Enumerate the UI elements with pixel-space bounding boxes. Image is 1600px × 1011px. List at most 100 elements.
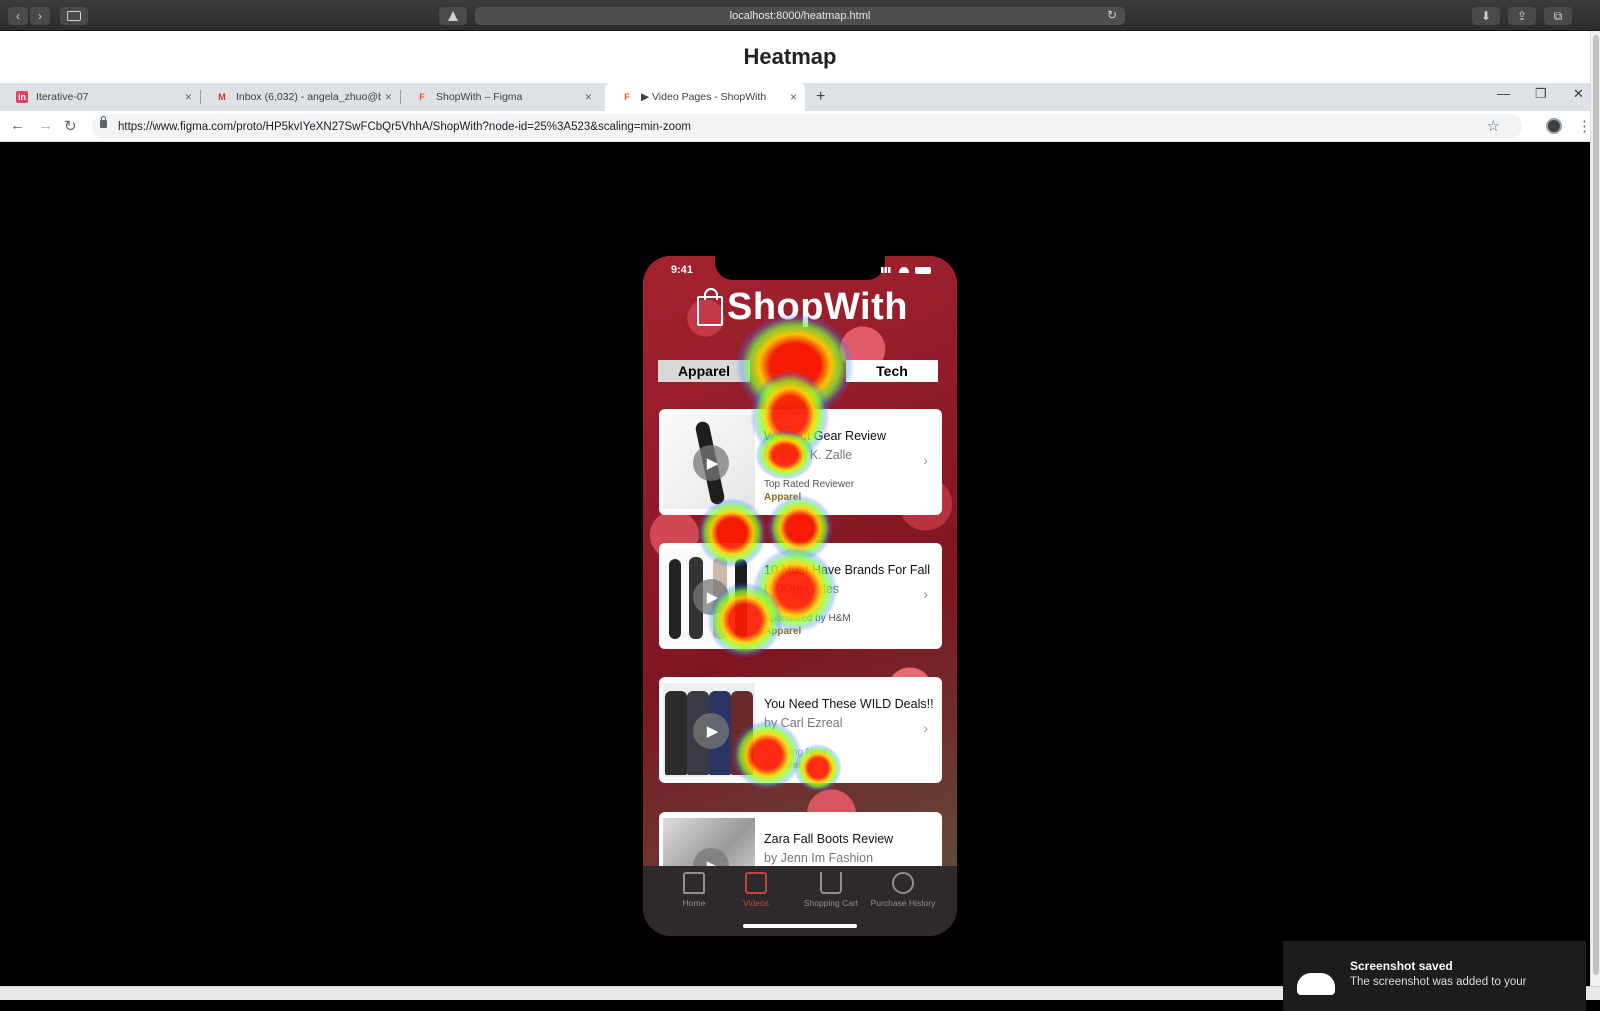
close-tab-icon[interactable]: × xyxy=(185,90,192,104)
model-figure xyxy=(735,559,747,639)
lock-icon xyxy=(100,116,107,128)
video-title: Workout Gear Review xyxy=(764,429,887,443)
close-tab-icon[interactable]: × xyxy=(585,90,592,104)
safari-back-button[interactable]: ‹ xyxy=(8,7,28,25)
shopping-bag-icon xyxy=(697,287,723,326)
phone-prototype: 9:41 ShopWith Apparel Tech ▶ Workout Gea… xyxy=(643,256,957,936)
video-category: Apparel xyxy=(764,492,802,503)
video-author: by Jenn Im Fashion xyxy=(764,851,874,865)
video-author: by Carl Ezreal xyxy=(764,716,843,730)
reload-icon[interactable]: ↻ xyxy=(64,117,77,135)
video-card[interactable]: ▶ You Need These WILD Deals!! by Carl Ez… xyxy=(659,677,942,783)
tabbar-label: Videos xyxy=(743,898,769,908)
chrome-tab-strip: in Iterative-07 × M Inbox (6,032) - ange… xyxy=(0,83,1590,111)
chrome-tab-iterative[interactable]: in Iterative-07 × xyxy=(0,83,201,111)
invision-icon: in xyxy=(16,91,28,103)
tabbar-label: Purchase History xyxy=(870,898,936,908)
battery-icon xyxy=(915,267,931,274)
video-meta: Top Rated Reviewer xyxy=(764,479,855,490)
play-icon[interactable]: ▶ xyxy=(693,445,729,481)
safari-url-text: localhost:8000/heatmap.html xyxy=(729,10,871,22)
phone-notch xyxy=(715,256,885,280)
video-title: 10 Must Have Brands For Fall xyxy=(764,563,931,577)
tab-tech[interactable]: Tech xyxy=(846,360,938,382)
play-icon[interactable]: ▶ xyxy=(693,579,729,615)
tabbar-label: Shopping Cart xyxy=(803,898,859,908)
scroll-thumb[interactable] xyxy=(1593,35,1599,975)
window-close-icon[interactable]: ✕ xyxy=(1573,86,1584,102)
close-tab-icon[interactable]: × xyxy=(790,90,797,104)
flask-button[interactable] xyxy=(439,7,467,25)
tabbar-purchase-history[interactable]: Purchase History xyxy=(868,872,938,908)
chrome-tab-inbox[interactable]: M Inbox (6,032) - angela_zhuo@bro × xyxy=(200,83,401,111)
toast-body: The screenshot was added to your xyxy=(1350,976,1527,988)
minimize-icon[interactable]: — xyxy=(1497,86,1510,101)
cart-icon xyxy=(820,872,842,894)
video-category: Apparel xyxy=(764,626,802,637)
screenshot-toast[interactable]: Screenshot saved The screenshot was adde… xyxy=(1283,941,1586,1011)
close-tab-icon[interactable]: × xyxy=(385,90,392,104)
signal-icon xyxy=(881,267,893,273)
video-author: by Fran K. Zalle xyxy=(764,448,853,462)
video-meta: Sponsored by H&M xyxy=(764,613,851,624)
back-arrow-icon[interactable]: ← xyxy=(10,117,25,134)
gmail-icon: M xyxy=(218,92,226,102)
safari-toolbar: ‹ › localhost:8000/heatmap.html ↻ ⬇ ⇪ ⧉ xyxy=(0,0,1600,31)
video-card[interactable]: ▶ Workout Gear Review by Fran K. Zalle T… xyxy=(659,409,942,515)
video-thumbnail: ▶ xyxy=(663,683,755,777)
chevron-right-icon: › xyxy=(923,720,928,736)
safari-forward-button[interactable]: › xyxy=(30,7,50,25)
tabbar-home[interactable]: Home xyxy=(659,872,729,908)
figma-icon: F xyxy=(624,92,630,102)
model-figure xyxy=(669,559,681,639)
figma-icon: F xyxy=(419,92,425,102)
safari-reload-icon[interactable]: ↻ xyxy=(1107,8,1117,22)
video-thumbnail: ▶ xyxy=(663,549,755,643)
new-tab-button[interactable]: + xyxy=(808,83,838,111)
show-tabs-button[interactable]: ⧉ xyxy=(1544,7,1572,25)
play-icon[interactable]: ▶ xyxy=(693,713,729,749)
home-indicator xyxy=(743,924,857,928)
tab-label: Iterative-07 xyxy=(36,91,89,103)
page-header: Heatmap xyxy=(0,31,1590,83)
share-button[interactable]: ⇪ xyxy=(1508,7,1536,25)
chrome-tab-video-pages[interactable]: F ▶ Video Pages - ShopWith × xyxy=(605,83,805,111)
video-meta: Trending Now xyxy=(764,747,826,758)
coat-image xyxy=(665,691,687,775)
cloud-icon xyxy=(1297,973,1335,995)
sidebar-icon xyxy=(67,11,81,21)
home-icon xyxy=(683,872,705,894)
video-card[interactable]: ▶ 10 Must Have Brands For Fall by Kami A… xyxy=(659,543,942,649)
history-icon xyxy=(892,872,914,894)
downloads-button[interactable]: ⬇ xyxy=(1472,7,1500,25)
restore-icon[interactable]: ❐ xyxy=(1535,86,1547,102)
forward-arrow-icon[interactable]: → xyxy=(38,117,53,134)
sidebar-toggle-button[interactable] xyxy=(60,7,88,25)
chrome-tab-figma[interactable]: F ShopWith – Figma × xyxy=(400,83,600,111)
video-thumbnail: ▶ xyxy=(663,415,755,509)
video-title: Zara Fall Boots Review xyxy=(764,832,894,846)
chrome-url-text: https://www.figma.com/proto/HP5kvIYeXN27… xyxy=(118,120,691,133)
video-author: by Kami Ailes xyxy=(764,582,840,596)
tabbar-shopping-cart[interactable]: Shopping Cart xyxy=(796,872,866,908)
profile-avatar[interactable] xyxy=(1546,118,1562,134)
videos-icon xyxy=(745,872,767,894)
chrome-toolbar: ← → ↻ https://www.figma.com/proto/HP5kvI… xyxy=(0,111,1592,142)
tabbar-videos[interactable]: Videos xyxy=(721,872,791,908)
chrome-address-bar[interactable]: https://www.figma.com/proto/HP5kvIYeXN27… xyxy=(92,114,1522,139)
vertical-scrollbar[interactable] xyxy=(1590,31,1600,986)
tab-apparel[interactable]: Apparel xyxy=(658,360,750,382)
coat-image xyxy=(731,691,753,775)
tab-label: ShopWith – Figma xyxy=(436,91,523,103)
shopwith-logo: ShopWith xyxy=(697,286,908,329)
wifi-icon xyxy=(899,267,909,273)
category-tabs: Apparel Tech xyxy=(658,360,938,382)
toast-title: Screenshot saved xyxy=(1350,959,1453,973)
video-title: You Need These WILD Deals!! xyxy=(764,697,934,711)
tabbar-label: Home xyxy=(682,898,706,908)
bookmark-star-icon[interactable]: ☆ xyxy=(1487,117,1500,135)
chevron-right-icon: › xyxy=(923,452,928,468)
safari-address-bar[interactable]: localhost:8000/heatmap.html ↻ xyxy=(475,7,1125,25)
page-title: Heatmap xyxy=(743,44,837,69)
tab-label: Inbox (6,032) - angela_zhuo@bro xyxy=(236,91,381,103)
